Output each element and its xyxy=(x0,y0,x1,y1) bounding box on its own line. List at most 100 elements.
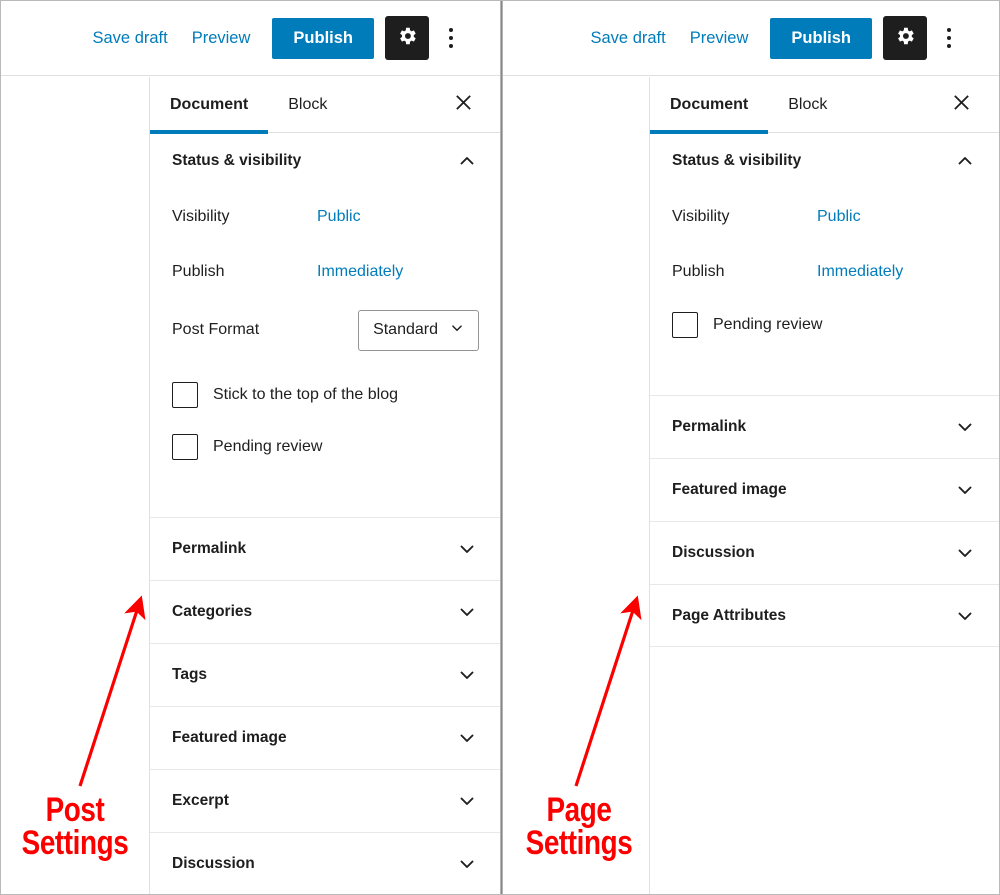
save-draft-button[interactable]: Save draft xyxy=(81,21,180,56)
section-tags-label: Tags xyxy=(172,666,208,683)
more-options-button[interactable] xyxy=(931,16,967,60)
post-settings-sidebar: Document Block Status & visibility Visib… xyxy=(149,77,501,894)
settings-gear-button[interactable] xyxy=(883,16,927,60)
post-format-row: Post Format Standard xyxy=(172,299,479,361)
save-draft-button[interactable]: Save draft xyxy=(579,21,678,56)
sidebar-tab-bar: Document Block xyxy=(150,77,501,134)
section-featured-image[interactable]: Featured image xyxy=(150,706,501,769)
visibility-label: Visibility xyxy=(672,207,730,225)
page-settings-annotation: Page Settings xyxy=(525,791,633,862)
post-format-value: Standard xyxy=(373,321,438,338)
publish-label: Publish xyxy=(172,262,225,280)
chevron-down-icon xyxy=(455,726,479,750)
section-status-visibility[interactable]: Status & visibility xyxy=(150,133,501,189)
sticky-checkbox-row[interactable]: Stick to the top of the blog xyxy=(172,369,479,421)
section-tags[interactable]: Tags xyxy=(150,643,501,706)
section-status-visibility[interactable]: Status & visibility xyxy=(650,133,999,189)
settings-gear-button[interactable] xyxy=(385,16,429,60)
kebab-menu-icon xyxy=(947,28,951,32)
chevron-down-icon xyxy=(455,663,479,687)
section-page-attributes[interactable]: Page Attributes xyxy=(650,584,999,647)
pending-review-label: Pending review xyxy=(713,316,823,333)
section-discussion[interactable]: Discussion xyxy=(650,521,999,584)
section-discussion-label: Discussion xyxy=(672,544,755,561)
sticky-label: Stick to the top of the blog xyxy=(213,386,399,403)
publish-button[interactable]: Publish xyxy=(272,17,374,59)
section-categories-label: Categories xyxy=(172,603,253,620)
publish-value-button[interactable]: Immediately xyxy=(317,263,403,281)
chevron-up-icon xyxy=(953,149,977,173)
publish-label: Publish xyxy=(672,262,725,280)
page-settings-screenshot: Save draft Preview Publish Document Bloc… xyxy=(503,1,999,894)
section-permalink-label: Permalink xyxy=(172,540,247,557)
post-format-select[interactable]: Standard xyxy=(358,309,479,351)
section-discussion[interactable]: Discussion xyxy=(150,832,501,894)
section-featured-image[interactable]: Featured image xyxy=(650,458,999,521)
screenshot-root: Save draft Preview Publish Document Bloc… xyxy=(0,0,1000,895)
publish-value-button[interactable]: Immediately xyxy=(817,263,903,281)
gear-icon xyxy=(396,25,418,52)
post-format-label: Post Format xyxy=(172,321,260,338)
page-settings-sidebar: Document Block Status & visibility Visib… xyxy=(649,77,999,894)
pending-review-label: Pending review xyxy=(213,438,323,455)
visibility-row: Visibility Public xyxy=(672,189,977,244)
publish-row: Publish Immediately xyxy=(172,244,479,299)
tab-block[interactable]: Block xyxy=(268,77,347,133)
preview-button[interactable]: Preview xyxy=(180,21,263,56)
image-split-divider xyxy=(500,1,503,894)
sidebar-tab-bar: Document Block xyxy=(650,77,999,134)
section-permalink-label: Permalink xyxy=(672,418,747,435)
tab-document[interactable]: Document xyxy=(650,77,769,134)
chevron-down-icon xyxy=(455,537,479,561)
visibility-value-button[interactable]: Public xyxy=(817,208,861,226)
editor-toolbar: Save draft Preview Publish xyxy=(1,1,501,76)
chevron-down-icon xyxy=(953,415,977,439)
section-page-attributes-label: Page Attributes xyxy=(672,606,786,624)
post-settings-screenshot: Save draft Preview Publish Document Bloc… xyxy=(1,1,501,894)
chevron-down-icon xyxy=(953,604,977,628)
section-permalink[interactable]: Permalink xyxy=(650,395,999,458)
section-categories[interactable]: Categories xyxy=(150,580,501,643)
section-discussion-label: Discussion xyxy=(172,854,255,872)
preview-button[interactable]: Preview xyxy=(678,21,761,56)
pending-checkbox-row[interactable]: Pending review xyxy=(672,299,977,351)
close-sidebar-button[interactable] xyxy=(939,83,983,127)
pending-checkbox-row[interactable]: Pending review xyxy=(172,421,479,473)
visibility-value-button[interactable]: Public xyxy=(317,208,361,226)
chevron-down-icon xyxy=(953,541,977,565)
chevron-down-icon xyxy=(953,478,977,502)
chevron-down-icon xyxy=(455,852,479,876)
publish-row: Publish Immediately xyxy=(672,244,977,299)
section-status-visibility-label: Status & visibility xyxy=(172,152,302,169)
pending-review-checkbox[interactable] xyxy=(672,312,698,338)
status-visibility-body: Visibility Public Publish Immediately Po… xyxy=(150,189,501,517)
kebab-menu-icon xyxy=(449,28,453,32)
section-excerpt[interactable]: Excerpt xyxy=(150,769,501,832)
chevron-down-icon xyxy=(448,319,466,342)
section-status-visibility-label: Status & visibility xyxy=(672,152,802,169)
publish-button[interactable]: Publish xyxy=(770,17,872,59)
status-visibility-body: Visibility Public Publish Immediately Pe… xyxy=(650,189,999,395)
post-settings-annotation: Post Settings xyxy=(21,791,129,862)
chevron-down-icon xyxy=(455,600,479,624)
tab-block[interactable]: Block xyxy=(768,77,847,133)
editor-toolbar: Save draft Preview Publish xyxy=(503,1,999,76)
close-sidebar-button[interactable] xyxy=(441,83,485,127)
visibility-label: Visibility xyxy=(172,207,230,225)
chevron-up-icon xyxy=(455,149,479,173)
pending-review-checkbox[interactable] xyxy=(172,434,198,460)
tab-document[interactable]: Document xyxy=(150,77,269,134)
close-icon xyxy=(952,93,971,117)
chevron-down-icon xyxy=(455,789,479,813)
more-options-button[interactable] xyxy=(433,16,469,60)
section-permalink[interactable]: Permalink xyxy=(150,517,501,580)
section-excerpt-label: Excerpt xyxy=(172,792,229,809)
section-featured-image-label: Featured image xyxy=(172,729,287,746)
visibility-row: Visibility Public xyxy=(172,189,479,244)
section-featured-image-label: Featured image xyxy=(672,481,787,498)
close-icon xyxy=(454,93,473,117)
gear-icon xyxy=(894,25,916,52)
sticky-checkbox[interactable] xyxy=(172,382,198,408)
